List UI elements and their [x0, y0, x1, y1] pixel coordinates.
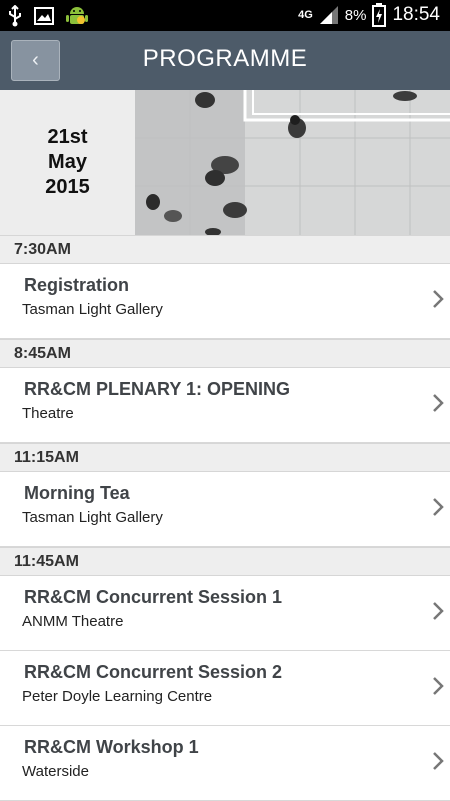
- session-item[interactable]: RR&CM Concurrent Session 2 Peter Doyle L…: [0, 651, 450, 726]
- battery-percent: 8%: [344, 6, 367, 24]
- chevron-right-icon: [433, 677, 444, 695]
- date-month: May: [48, 151, 87, 173]
- session-location: Tasman Light Gallery: [22, 301, 163, 318]
- battery-charging-icon: [372, 3, 387, 27]
- session-title: RR&CM PLENARY 1: OPENING: [24, 379, 291, 399]
- app-header: ‹ PROGRAMME: [0, 31, 450, 90]
- session-location: Peter Doyle Learning Centre: [22, 688, 213, 705]
- clock: 18:54: [392, 4, 440, 25]
- image-icon: [34, 7, 54, 25]
- session-title: RR&CM Workshop 1: [24, 737, 199, 757]
- session-title: Registration: [24, 275, 130, 295]
- session-location: Tasman Light Gallery: [22, 509, 163, 526]
- date-panel: 21st May 2015: [0, 90, 135, 235]
- session-item[interactable]: RR&CM Concurrent Session 1 ANMM Theatre: [0, 576, 450, 651]
- chevron-right-icon: [433, 498, 444, 516]
- session-item[interactable]: RR&CM Workshop 1 Waterside: [0, 726, 450, 801]
- session-location: Waterside: [22, 763, 89, 780]
- date-year: 2015: [45, 176, 90, 198]
- page-title: PROGRAMME: [142, 45, 308, 72]
- chevron-right-icon: [433, 290, 444, 308]
- time-slot-header: 11:45AM: [0, 547, 450, 576]
- programme-list: 7:30AM Registration Tasman Light Gallery…: [0, 235, 450, 801]
- network-type-label: 4G: [298, 9, 313, 21]
- status-bar: 4G 8% 18:54: [0, 0, 450, 31]
- usb-icon: [9, 5, 21, 27]
- session-title: RR&CM Concurrent Session 2: [24, 662, 283, 682]
- session-location: ANMM Theatre: [22, 613, 124, 630]
- session-title: Morning Tea: [24, 483, 130, 503]
- time-slot-header: 7:30AM: [0, 235, 450, 264]
- session-item[interactable]: Registration Tasman Light Gallery: [0, 264, 450, 339]
- signal-icon: [319, 6, 338, 24]
- session-location: Theatre: [22, 405, 74, 422]
- session-item[interactable]: Morning Tea Tasman Light Gallery: [0, 472, 450, 547]
- time-slot-header: 11:15AM: [0, 443, 450, 472]
- chevron-right-icon: [433, 394, 444, 412]
- banner-photo: [135, 90, 450, 235]
- date-day: 21st: [47, 126, 88, 148]
- time-slot-header: 8:45AM: [0, 339, 450, 368]
- date-banner: 21st May 2015: [0, 90, 450, 235]
- chevron-right-icon: [433, 602, 444, 620]
- android-icon: [66, 7, 88, 24]
- session-title: RR&CM Concurrent Session 1: [24, 587, 283, 607]
- session-item[interactable]: RR&CM PLENARY 1: OPENING Theatre: [0, 368, 450, 443]
- chevron-right-icon: [433, 752, 444, 770]
